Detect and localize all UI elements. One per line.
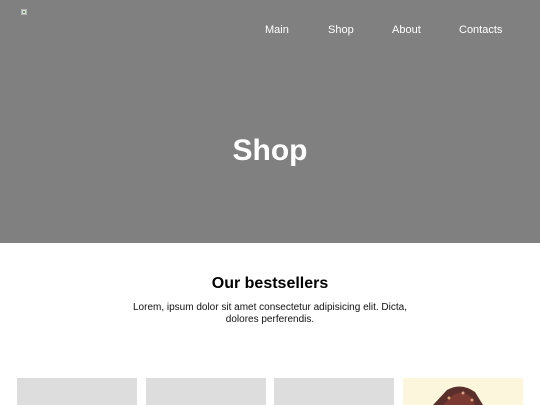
bestsellers-title: Our bestsellers (211, 275, 329, 292)
hero-banner: Main Shop About Contacts Shop (0, 0, 540, 243)
page-title: Shop (232, 134, 308, 167)
nav-link-main[interactable]: Main (265, 22, 289, 38)
nav-link-contacts[interactable]: Contacts (459, 22, 502, 38)
logo-broken-image-icon[interactable] (21, 9, 27, 15)
bestsellers-description: Lorem, ipsum dolor sit amet consectetur … (132, 302, 407, 325)
product-card-image[interactable] (17, 378, 137, 405)
nav-link-about[interactable]: About (392, 22, 421, 38)
main-nav: Main Shop About Contacts (0, 22, 540, 38)
product-card-image[interactable] (146, 378, 266, 405)
product-card-image[interactable] (403, 378, 523, 405)
coffee-product-icon (433, 386, 483, 405)
product-cards (0, 378, 540, 405)
product-card-image[interactable] (274, 378, 394, 405)
nav-link-shop[interactable]: Shop (328, 22, 354, 38)
